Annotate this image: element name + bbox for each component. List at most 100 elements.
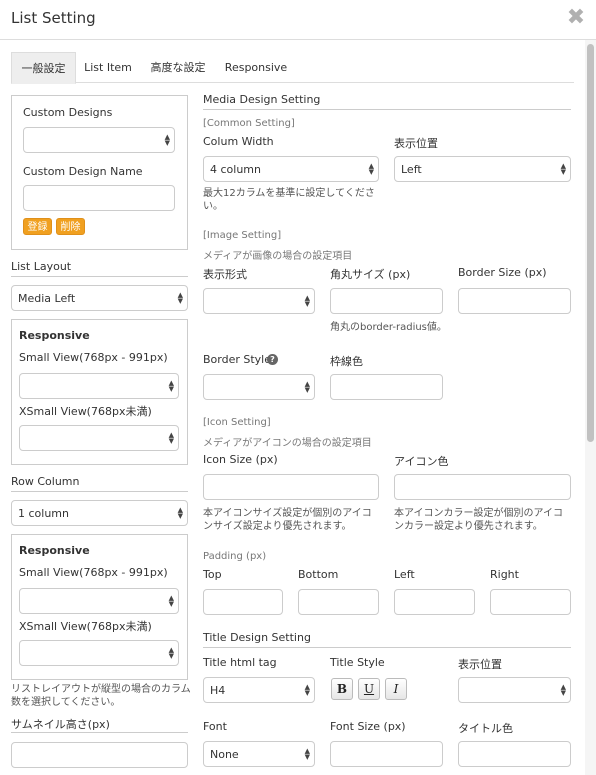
image-setting-sub: メディアが画像の場合の設定項目 [203, 251, 353, 262]
padding-left-input[interactable] [394, 589, 475, 615]
icon-size-help-line2: ンサイズ設定より優先されます。 [203, 521, 352, 532]
border-color-label: 枠線色 [330, 355, 363, 368]
list-setting-dialog: List Setting ✖ 一般設定 List Item 高度な設定 Resp… [0, 0, 596, 775]
padding-right-label: Right [490, 568, 519, 581]
custom-design-name-input[interactable] [23, 185, 175, 211]
updown-arrow-icon: ▲ ▼ [168, 646, 174, 660]
small-view-label: Small View(768px - 991px) [19, 351, 168, 364]
small-view-select[interactable]: ▲ ▼ [19, 588, 179, 614]
media-design-heading: Media Design Setting [203, 93, 321, 106]
font-select[interactable]: None ▲ ▼ [203, 741, 315, 767]
icon-setting-heading: [Icon Setting] [203, 417, 271, 428]
italic-button[interactable]: I [385, 678, 407, 700]
divider [203, 647, 571, 648]
list-layout-label: List Layout [11, 260, 72, 273]
updown-arrow-icon: ▲ ▼ [304, 747, 310, 761]
title-position-label: 表示位置 [458, 658, 502, 671]
radius-label: 角丸サイズ (px) [330, 268, 411, 281]
padding-bottom-label: Bottom [298, 568, 339, 581]
tab-advanced[interactable]: 高度な設定 [144, 52, 212, 84]
row-column-label: Row Column [11, 475, 80, 488]
updown-arrow-icon: ▲ ▼ [168, 594, 174, 608]
bold-button[interactable]: B [331, 678, 353, 700]
updown-arrow-icon: ▲ ▼ [304, 683, 310, 697]
title-tag-value: H4 [210, 683, 226, 697]
display-format-select[interactable]: ▲ ▼ [203, 288, 315, 314]
responsive-title: Responsive [19, 544, 90, 557]
updown-arrow-icon: ▲ ▼ [164, 133, 170, 147]
position-label: 表示位置 [394, 137, 438, 150]
padding-bottom-input[interactable] [298, 589, 379, 615]
question-circle-icon[interactable]: ? [267, 354, 278, 365]
divider [11, 276, 188, 277]
border-color-input[interactable] [330, 374, 443, 400]
divider [11, 491, 188, 492]
title-design-heading: Title Design Setting [203, 631, 311, 644]
padding-top-input[interactable] [203, 589, 283, 615]
scrollbar-thumb[interactable] [587, 44, 594, 442]
updown-arrow-icon: ▲ ▼ [168, 431, 174, 445]
title-position-select[interactable]: ▲ ▼ [458, 677, 571, 703]
radius-input[interactable] [330, 288, 443, 314]
column-width-select[interactable]: 4 column ▲ ▼ [203, 156, 379, 182]
font-size-label: Font Size (px) [330, 720, 406, 733]
position-value: Left [401, 162, 422, 176]
tab-general[interactable]: 一般設定 [11, 52, 76, 84]
border-style-label: Border Style [203, 353, 272, 366]
font-label: Font [203, 720, 227, 733]
updown-arrow-icon: ▲ ▼ [304, 294, 310, 308]
row-column-help-line2: 数を選択してください。 [11, 697, 121, 708]
updown-arrow-icon: ▲ ▼ [177, 291, 183, 305]
position-select[interactable]: Left ▲ ▼ [394, 156, 571, 182]
divider [11, 732, 188, 733]
list-layout-value: Media Left [18, 291, 76, 305]
custom-designs-label: Custom Designs [23, 106, 113, 119]
dialog-title: List Setting [11, 9, 96, 27]
display-format-label: 表示形式 [203, 268, 247, 281]
icon-color-input[interactable] [394, 474, 571, 500]
small-view-label: Small View(768px - 991px) [19, 566, 168, 579]
font-value: None [210, 747, 239, 761]
small-view-select[interactable]: ▲ ▼ [19, 373, 179, 399]
list-layout-select[interactable]: Media Left ▲ ▼ [11, 285, 188, 311]
custom-designs-select[interactable]: ▲ ▼ [23, 127, 175, 153]
title-color-label: タイトル色 [458, 722, 513, 735]
icon-size-input[interactable] [203, 474, 379, 500]
column-width-value: 4 column [210, 162, 261, 176]
title-tag-select[interactable]: H4 ▲ ▼ [203, 677, 315, 703]
register-button[interactable]: 登録 [23, 218, 52, 235]
xsmall-view-select[interactable]: ▲ ▼ [19, 640, 179, 666]
row-column-select[interactable]: 1 column ▲ ▼ [11, 500, 188, 526]
icon-size-help-line1: 本アイコンサイズ設定が個別のアイコ [203, 508, 372, 519]
tab-responsive[interactable]: Responsive [220, 52, 292, 84]
divider [203, 109, 571, 110]
icon-color-help-line1: 本アイコンカラー設定が個別のアイコ [394, 508, 563, 519]
image-setting-heading: [Image Setting] [203, 230, 282, 241]
updown-arrow-icon: ▲ ▼ [560, 162, 566, 176]
padding-left-label: Left [394, 568, 415, 581]
border-style-select[interactable]: ▲ ▼ [203, 374, 315, 400]
font-size-input[interactable] [330, 741, 443, 767]
icon-size-label: Icon Size (px) [203, 453, 278, 466]
xsmall-view-label: XSmall View(768px未満) [19, 620, 152, 633]
icon-setting-sub: メディアがアイコンの場合の設定項目 [203, 438, 372, 449]
updown-arrow-icon: ▲ ▼ [368, 162, 374, 176]
responsive-title: Responsive [19, 329, 90, 342]
xsmall-view-select[interactable]: ▲ ▼ [19, 425, 179, 451]
title-color-input[interactable] [458, 741, 571, 767]
padding-heading: Padding (px) [203, 551, 267, 562]
column-width-help-line1: 最大12カラムを基準に設定してくださ [203, 188, 375, 199]
padding-right-input[interactable] [490, 589, 571, 615]
title-style-label: Title Style [330, 656, 385, 669]
row-column-help-line1: リストレイアウトが縦型の場合のカラム [11, 684, 191, 695]
updown-arrow-icon: ▲ ▼ [177, 506, 183, 520]
thumb-height-input[interactable] [11, 742, 188, 768]
tab-list-item[interactable]: List Item [80, 52, 136, 84]
delete-button[interactable]: 削除 [56, 218, 85, 235]
updown-arrow-icon: ▲ ▼ [560, 683, 566, 697]
underline-button[interactable]: U [358, 678, 380, 700]
close-icon[interactable]: ✖ [565, 6, 587, 30]
radius-help: 角丸のborder-radius値。 [330, 322, 447, 333]
border-size-input[interactable] [458, 288, 571, 314]
custom-design-name-label: Custom Design Name [23, 165, 143, 178]
